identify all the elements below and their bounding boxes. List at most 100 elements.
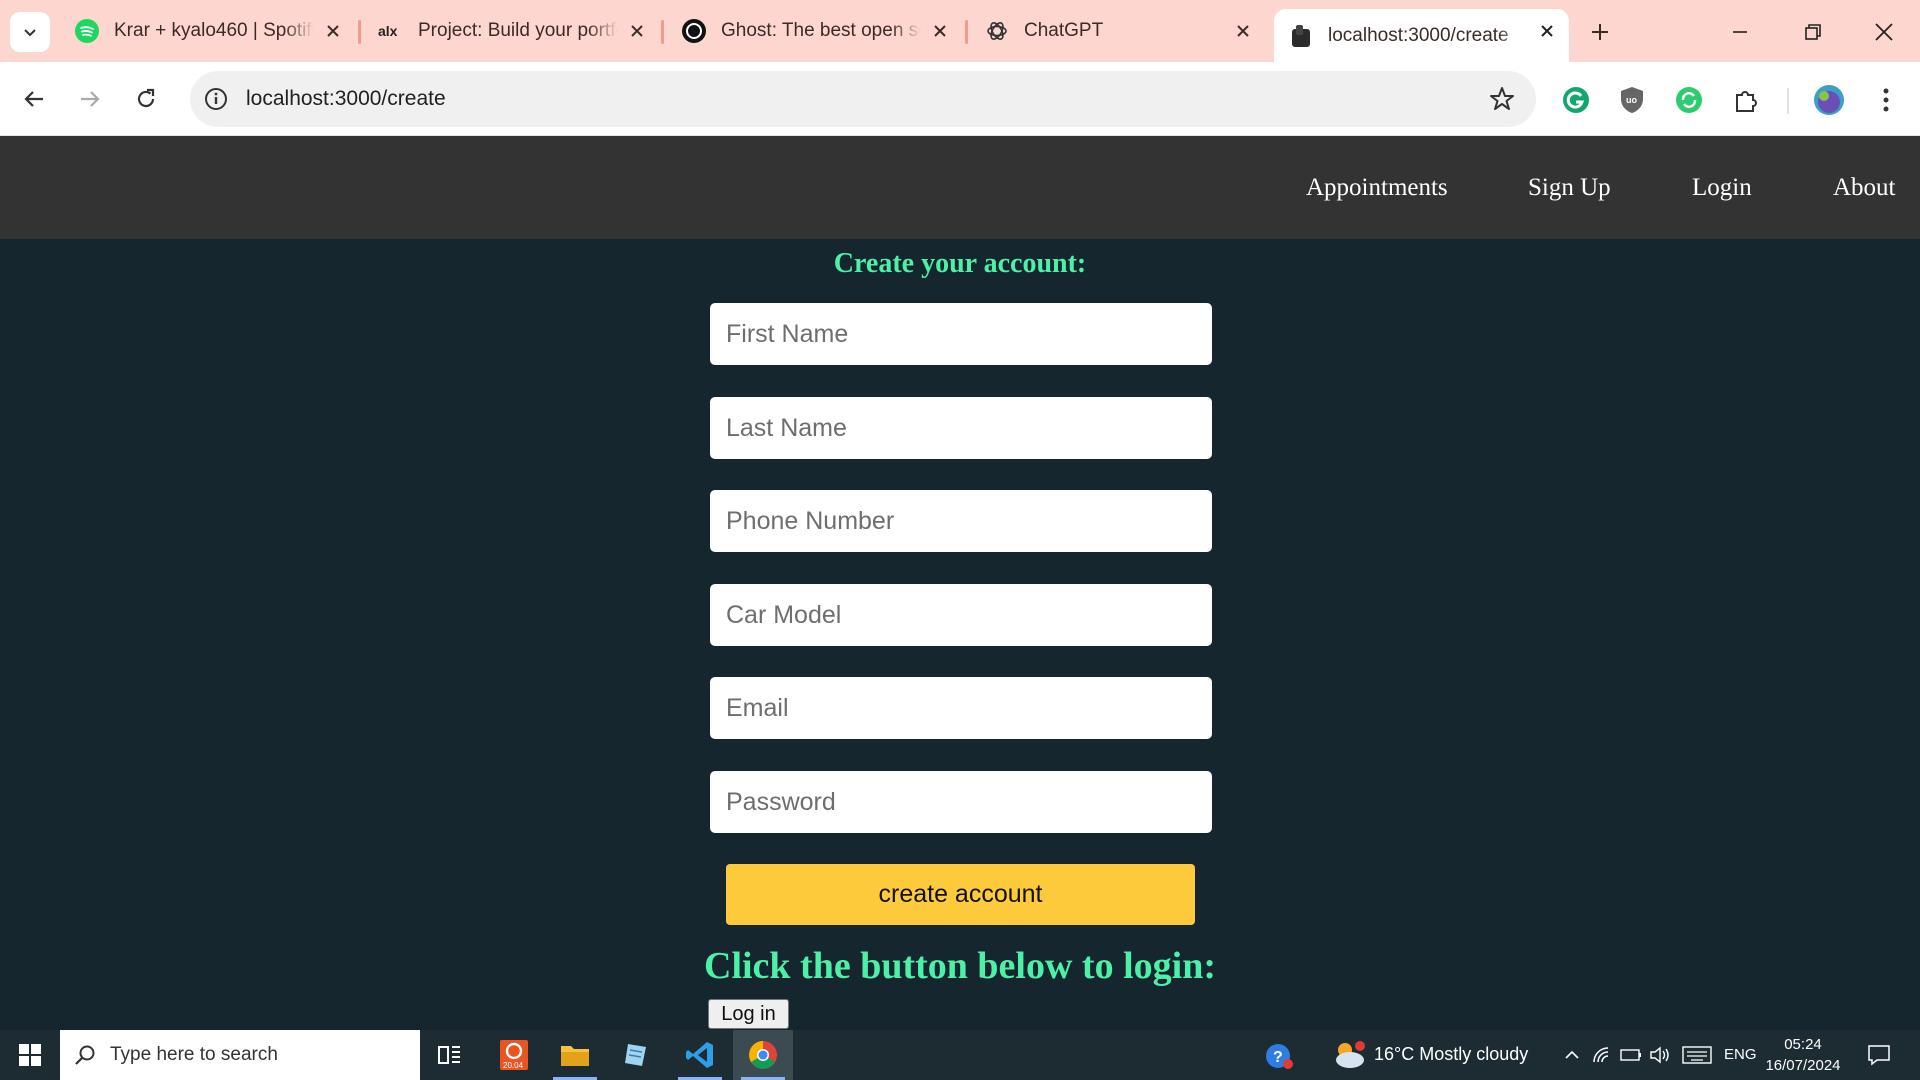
- forward-button[interactable]: [71, 80, 109, 118]
- close-tab-icon[interactable]: [1537, 21, 1557, 41]
- back-button[interactable]: [15, 80, 53, 118]
- tab-title: localhost:3000/create: [1328, 24, 1509, 46]
- new-tab-button[interactable]: [1584, 16, 1616, 48]
- ublock-extension-icon[interactable]: uo: [1616, 84, 1648, 116]
- clock-date: 16/07/2024: [1765, 1057, 1841, 1074]
- tab-chatgpt[interactable]: ChatGPT: [970, 9, 1265, 53]
- wifi-icon[interactable]: [1590, 1043, 1614, 1067]
- last-name-field[interactable]: [710, 397, 1212, 459]
- task-view-icon: [438, 1046, 460, 1064]
- tab-divider: [661, 20, 664, 44]
- tab-divider: [965, 20, 968, 44]
- taskbar-chrome[interactable]: [733, 1030, 793, 1080]
- keyboard-icon[interactable]: [1682, 1043, 1712, 1067]
- taskbar-clock[interactable]: 05:24 16/07/2024: [1760, 1034, 1846, 1076]
- alx-logo-text: alx: [378, 23, 398, 39]
- alx-icon: alx: [378, 18, 404, 44]
- email-field[interactable]: [710, 677, 1212, 739]
- volume-icon[interactable]: [1648, 1043, 1672, 1067]
- taskbar-vscode[interactable]: [670, 1030, 730, 1080]
- page-icon: [1288, 23, 1314, 49]
- nav-sign-up[interactable]: Sign Up: [1528, 174, 1611, 202]
- tab-search-button[interactable]: [10, 12, 50, 52]
- taskbar-search-placeholder: Type here to search: [110, 1044, 278, 1065]
- chrome-icon: [749, 1041, 777, 1069]
- taskbar-file-explorer[interactable]: [545, 1030, 605, 1080]
- windows-taskbar: Type here to search 20.04 ? 16°C Mostly …: [0, 1030, 1920, 1080]
- log-in-button[interactable]: Log in: [708, 999, 789, 1029]
- battery-icon[interactable]: [1619, 1043, 1643, 1067]
- chatgpt-icon: [984, 18, 1010, 44]
- tab-title: ChatGPT: [1024, 20, 1104, 41]
- first-name-field[interactable]: [710, 303, 1212, 365]
- bookmark-star-icon[interactable]: [1488, 85, 1516, 113]
- taskbar-ubuntu-app[interactable]: 20.04: [484, 1030, 544, 1080]
- close-tab-icon[interactable]: [627, 21, 647, 41]
- close-tab-icon[interactable]: [930, 21, 950, 41]
- tab-alx[interactable]: alx Project: Build your portfolio: [364, 9, 659, 53]
- close-icon: [1875, 23, 1893, 41]
- taskbar-search-box[interactable]: Type here to search: [60, 1030, 420, 1080]
- weather-cloud-icon[interactable]: [1332, 1040, 1366, 1070]
- task-view-button[interactable]: [420, 1030, 480, 1080]
- close-window-button[interactable]: [1866, 14, 1902, 50]
- windows-logo-icon: [19, 1044, 41, 1066]
- tab-localhost-create[interactable]: localhost:3000/create: [1274, 9, 1569, 62]
- notifications-icon[interactable]: [1866, 1043, 1892, 1067]
- reload-icon: [137, 88, 155, 108]
- minimize-icon: [1733, 31, 1747, 33]
- password-field[interactable]: [710, 771, 1212, 833]
- chevron-up-icon[interactable]: [1560, 1043, 1584, 1067]
- arrow-left-icon: [24, 91, 43, 107]
- restore-button[interactable]: [1795, 14, 1831, 50]
- profile-avatar[interactable]: [1813, 84, 1845, 116]
- clock-time: 05:24: [1784, 1036, 1822, 1053]
- nav-appointments[interactable]: Appointments: [1306, 174, 1448, 202]
- arrow-right-icon: [81, 91, 100, 107]
- site-navbar: Appointments Sign Up Login About: [0, 136, 1920, 239]
- login-prompt: Click the button below to login:: [704, 945, 1216, 987]
- chevron-down-icon: [24, 29, 36, 37]
- svg-text:uo: uo: [1626, 95, 1637, 105]
- tab-divider: [358, 20, 361, 44]
- taskbar-notes-app[interactable]: [606, 1030, 666, 1080]
- tab-title: Ghost: The best open source: [721, 20, 921, 41]
- browser-menu-icon[interactable]: [1870, 84, 1902, 116]
- tab-ghost[interactable]: Ghost: The best open source: [667, 9, 962, 53]
- grammarly-extension-icon[interactable]: [1560, 84, 1592, 116]
- address-bar[interactable]: localhost:3000/create: [190, 71, 1536, 127]
- svg-text:?: ?: [1273, 1049, 1283, 1066]
- nav-login[interactable]: Login: [1692, 174, 1752, 202]
- url-text: localhost:3000/create: [246, 87, 446, 110]
- ubuntu-app-icon: 20.04: [500, 1040, 528, 1070]
- spotify-icon: [74, 18, 100, 44]
- tab-spotify[interactable]: Krar + kyalo460 | Spotify: [60, 9, 355, 53]
- search-icon: [60, 1044, 110, 1066]
- minimize-button[interactable]: [1722, 14, 1758, 50]
- close-tab-icon[interactable]: [323, 21, 343, 41]
- browser-tab-strip: Krar + kyalo460 | Spotify alx Project: B…: [0, 0, 1920, 62]
- notes-app-icon: [625, 1044, 646, 1066]
- form-title: Create your account:: [833, 248, 1087, 279]
- nav-about[interactable]: About: [1833, 174, 1896, 202]
- help-icon[interactable]: ?: [1265, 1042, 1293, 1070]
- close-tab-icon[interactable]: [1233, 21, 1253, 41]
- input-language[interactable]: ENG: [1724, 1046, 1757, 1063]
- sync-extension-icon[interactable]: [1673, 84, 1705, 116]
- car-model-field[interactable]: [710, 584, 1212, 646]
- ubuntu-version-badge: 20.04: [503, 1061, 524, 1070]
- tab-title: Krar + kyalo460 | Spotify: [114, 20, 314, 41]
- toolbar-divider: [1787, 88, 1789, 114]
- phone-number-field[interactable]: [710, 490, 1212, 552]
- start-button[interactable]: [10, 1039, 50, 1071]
- extensions-puzzle-icon[interactable]: [1730, 84, 1762, 116]
- plus-icon: [1592, 24, 1608, 40]
- browser-toolbar: localhost:3000/create uo: [0, 62, 1920, 136]
- restore-icon: [1805, 24, 1821, 40]
- vscode-icon: [686, 1042, 713, 1068]
- site-info-icon[interactable]: [202, 85, 230, 113]
- folder-icon: [561, 1046, 589, 1066]
- create-account-button[interactable]: create account: [726, 864, 1195, 925]
- weather-text[interactable]: 16°C Mostly cloudy: [1374, 1044, 1528, 1065]
- reload-button[interactable]: [127, 80, 165, 118]
